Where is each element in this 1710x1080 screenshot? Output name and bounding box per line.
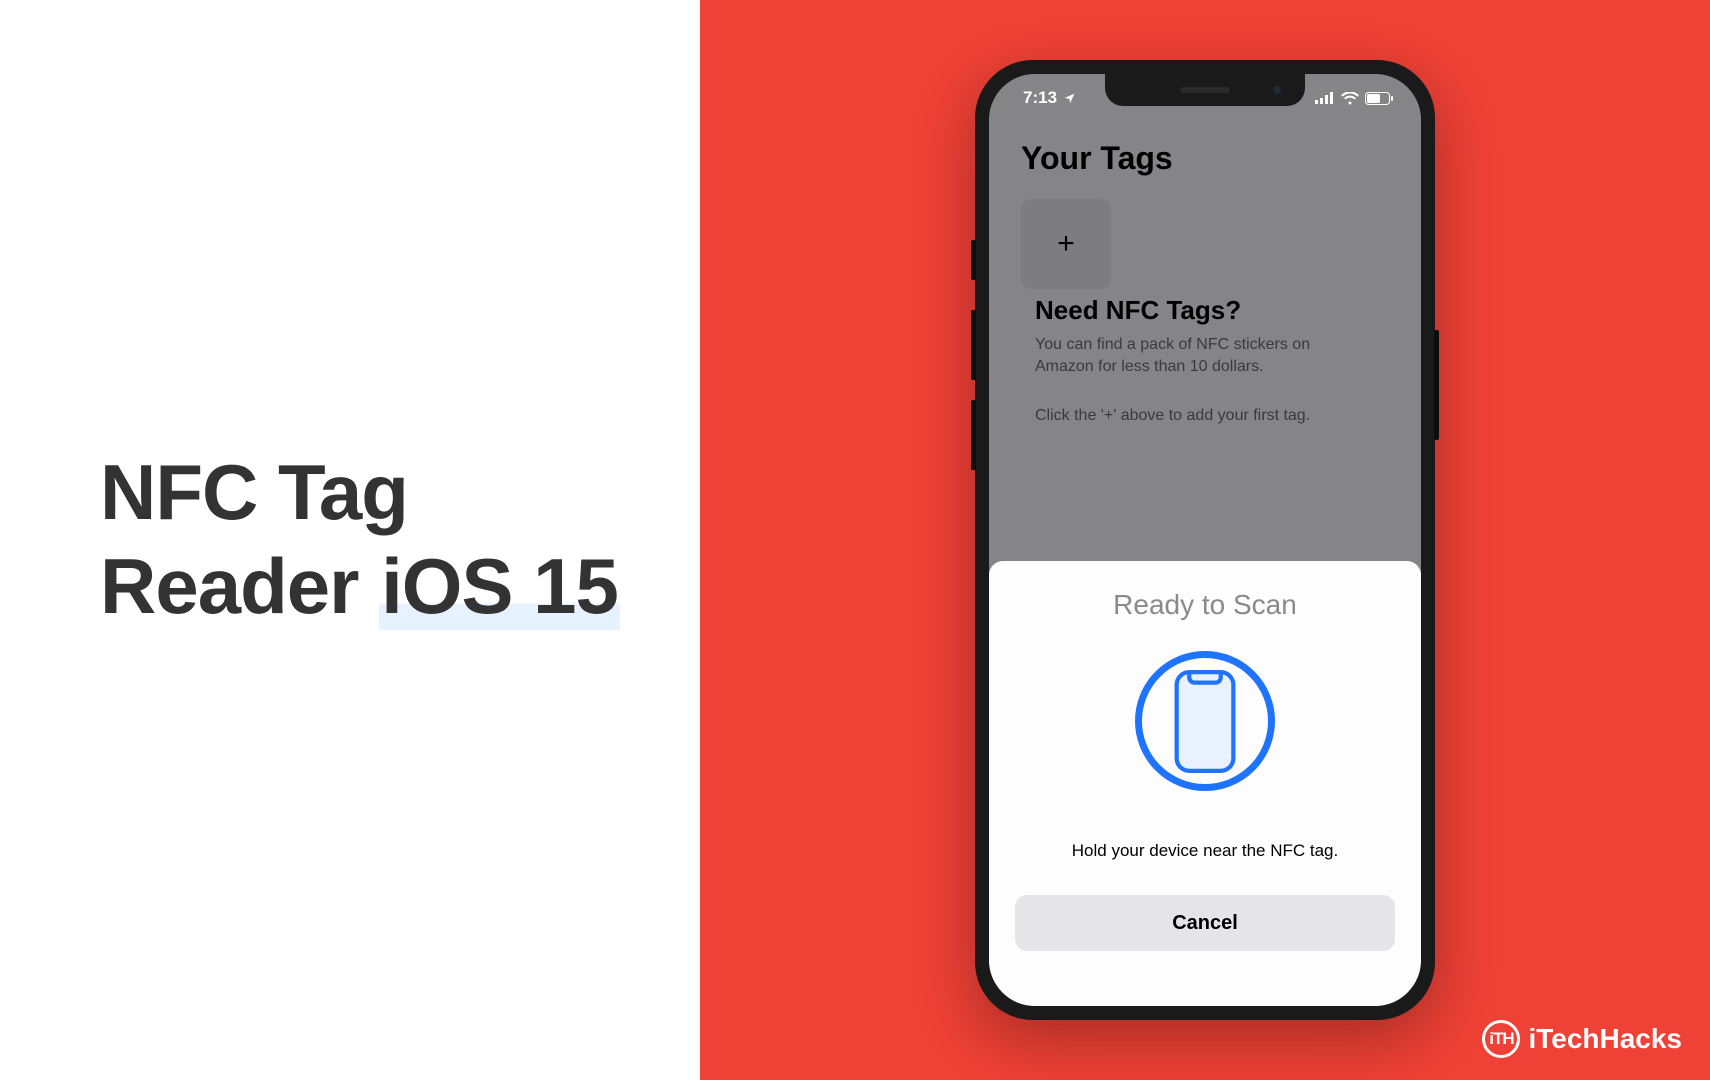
location-icon — [1063, 92, 1076, 105]
nfc-scan-sheet: Ready to Scan Hold your device near the … — [989, 561, 1421, 1006]
watermark-badge-icon: iTH — [1482, 1020, 1520, 1058]
status-left: 7:13 — [1023, 88, 1076, 108]
front-camera — [1273, 86, 1281, 94]
cellular-signal-icon — [1315, 92, 1335, 104]
title-line-2: Reader iOS 15 — [100, 540, 620, 634]
wifi-icon — [1341, 92, 1359, 105]
iphone-notch — [1105, 74, 1305, 106]
mute-switch — [971, 240, 976, 280]
status-time: 7:13 — [1023, 88, 1057, 108]
iphone-screen: 7:13 Your Tags + Need NFC Tags? You can … — [989, 74, 1421, 1006]
watermark-text: iTechHacks — [1528, 1023, 1682, 1055]
page-title: NFC Tag Reader iOS 15 — [100, 446, 620, 633]
side-power-button — [1434, 330, 1439, 440]
right-phone-panel: 7:13 Your Tags + Need NFC Tags? You can … — [700, 0, 1710, 1080]
cancel-button[interactable]: Cancel — [1015, 895, 1395, 951]
volume-down-button — [971, 400, 976, 470]
volume-up-button — [971, 310, 976, 380]
left-title-panel: NFC Tag Reader iOS 15 — [0, 0, 700, 1080]
speaker-grille — [1180, 87, 1230, 93]
iphone-frame: 7:13 Your Tags + Need NFC Tags? You can … — [975, 60, 1435, 1020]
title-line-1: NFC Tag — [100, 446, 620, 540]
scan-instruction: Hold your device near the NFC tag. — [1072, 841, 1338, 861]
battery-icon — [1365, 92, 1393, 105]
itechhacks-watermark: iTH iTechHacks — [1482, 1020, 1682, 1058]
scan-sheet-title: Ready to Scan — [1113, 589, 1297, 621]
nfc-scan-icon — [1135, 651, 1275, 791]
phone-outline-icon — [1172, 669, 1238, 774]
status-right — [1315, 92, 1393, 105]
